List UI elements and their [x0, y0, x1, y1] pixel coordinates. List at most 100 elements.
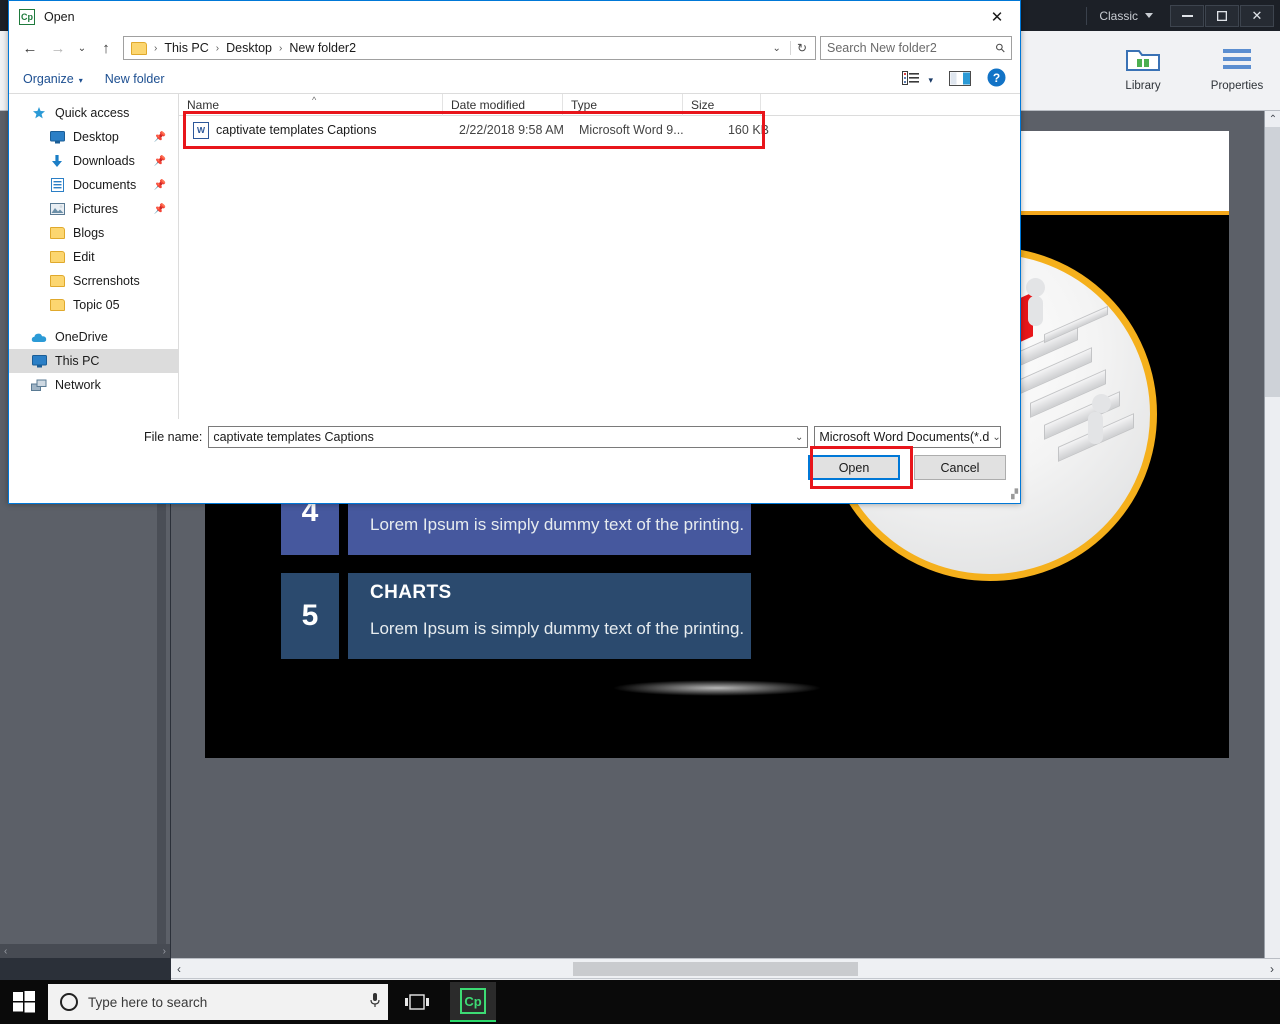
pin-icon[interactable]: 📌: [154, 156, 166, 167]
microphone-icon[interactable]: [370, 992, 380, 1013]
stage-vertical-scrollbar[interactable]: ⌃: [1264, 111, 1280, 958]
chevron-down-icon[interactable]: ⌄: [766, 43, 788, 54]
filmstrip-scroll-right-arrow[interactable]: ›: [163, 946, 166, 957]
sidebar-item-downloads[interactable]: Downloads 📌: [9, 149, 178, 173]
sidebar-item-label: Desktop: [73, 130, 119, 144]
chevron-down-icon[interactable]: ⌄: [795, 432, 803, 443]
window-controls: ✕: [1169, 4, 1274, 27]
star-icon: [31, 106, 47, 120]
hscroll-left-arrow[interactable]: ‹: [177, 962, 181, 976]
refresh-icon[interactable]: ↻: [789, 41, 813, 55]
close-icon: ✕: [1251, 7, 1263, 23]
list-item[interactable]: 5 CHARTS Lorem Ipsum is simply dummy tex…: [281, 573, 751, 659]
column-header-name[interactable]: Name: [179, 93, 443, 116]
sidebar-item-label: Quick access: [55, 106, 130, 120]
pc-icon: [31, 354, 47, 368]
filetype-select[interactable]: Microsoft Word Documents(*.d ⌄: [814, 426, 1002, 448]
resize-grip-icon[interactable]: ▞: [1011, 489, 1018, 500]
filename-label: File name:: [144, 430, 203, 444]
filename-input[interactable]: captivate templates Captions ⌄: [208, 426, 809, 448]
cortana-icon: [60, 993, 78, 1011]
preview-pane-icon: [949, 71, 971, 86]
figure-icon: [1092, 394, 1111, 413]
help-button[interactable]: ?: [987, 68, 1006, 90]
dialog-command-bar: Organize ▾ New folder ▾ ?: [9, 64, 1020, 94]
task-view-icon: [405, 994, 429, 1010]
pin-icon[interactable]: 📌: [154, 180, 166, 191]
minimize-button[interactable]: [1170, 4, 1204, 27]
search-input[interactable]: Search New folder2 ⚲: [820, 36, 1012, 60]
preview-pane-button[interactable]: [949, 71, 971, 86]
change-view-button[interactable]: ▾: [901, 71, 933, 86]
sidebar-item-pictures[interactable]: Pictures 📌: [9, 197, 178, 221]
file-list-panel[interactable]: Name Date modified Type Size ^ W captiva…: [179, 93, 1020, 419]
chevron-down-icon[interactable]: ⌄: [989, 432, 1000, 443]
forward-button[interactable]: →: [45, 35, 71, 61]
open-button[interactable]: Open: [808, 455, 900, 480]
maximize-button[interactable]: [1205, 4, 1239, 27]
back-button[interactable]: ←: [17, 35, 43, 61]
workspace-selector[interactable]: Classic: [1086, 6, 1159, 25]
breadcrumb-item-desktop[interactable]: Desktop: [223, 41, 275, 55]
file-name: captivate templates Captions: [216, 123, 377, 137]
dialog-sidebar[interactable]: Quick access Desktop 📌 Downloads 📌 Docum…: [9, 94, 179, 419]
sidebar-item-desktop[interactable]: Desktop 📌: [9, 125, 178, 149]
new-folder-button[interactable]: New folder: [105, 72, 165, 86]
task-view-button[interactable]: [388, 980, 446, 1024]
sidebar-item-topic-05[interactable]: Topic 05: [9, 293, 178, 317]
dialog-navigation-bar: ← → ⌄ ↑ › This PC › Desktop › New folder…: [9, 32, 1020, 64]
address-bar[interactable]: › This PC › Desktop › New folder2 ⌄ ↻: [123, 36, 816, 60]
sidebar-item-network[interactable]: Network: [9, 373, 178, 397]
file-list-column-headers: Name Date modified Type Size ^: [179, 93, 1020, 116]
stage-horizontal-scrollbar[interactable]: ‹ ›: [171, 958, 1280, 978]
properties-button[interactable]: Properties: [1204, 39, 1270, 92]
column-header-type[interactable]: Type: [563, 93, 683, 116]
search-icon[interactable]: ⚲: [993, 40, 1009, 56]
column-header-date-modified[interactable]: Date modified: [443, 93, 563, 116]
filmstrip-hscrollbar[interactable]: ‹ ›: [0, 944, 170, 958]
sidebar-item-edit[interactable]: Edit: [9, 245, 178, 269]
help-icon: ?: [987, 68, 1006, 86]
dialog-close-button[interactable]: ✕: [974, 1, 1020, 32]
breadcrumb-item-new-folder2[interactable]: New folder2: [286, 41, 359, 55]
sidebar-item-documents[interactable]: Documents 📌: [9, 173, 178, 197]
cancel-button[interactable]: Cancel: [914, 455, 1006, 480]
pin-icon[interactable]: 📌: [154, 204, 166, 215]
taskbar-captivate-button[interactable]: Cp: [450, 982, 496, 1022]
sidebar-item-blogs[interactable]: Blogs: [9, 221, 178, 245]
sidebar-item-label: Topic 05: [73, 298, 120, 312]
dialog-titlebar: Cp Open ✕: [9, 1, 1020, 32]
file-type: Microsoft Word 9...: [579, 123, 684, 137]
dialog-title: Open: [44, 9, 75, 24]
sidebar-item-onedrive[interactable]: OneDrive: [9, 325, 178, 349]
breadcrumb-item-this-pc[interactable]: This PC: [161, 41, 211, 55]
column-header-size[interactable]: Size: [683, 93, 761, 116]
windows-taskbar: Type here to search Cp: [0, 980, 1280, 1024]
close-button[interactable]: ✕: [1240, 4, 1274, 27]
row-title: CHARTS: [370, 582, 452, 603]
sidebar-item-this-pc[interactable]: This PC: [9, 349, 178, 373]
sidebar-item-label: Network: [55, 378, 101, 392]
properties-icon: [1204, 39, 1270, 79]
filmstrip-scroll-left-arrow[interactable]: ‹: [4, 946, 7, 957]
start-icon: [13, 991, 35, 1013]
sidebar-item-label: Pictures: [73, 202, 119, 216]
hscroll-right-arrow[interactable]: ›: [1270, 962, 1274, 976]
recent-locations-button[interactable]: ⌄: [73, 35, 91, 61]
pin-icon[interactable]: 📌: [154, 132, 166, 143]
up-button[interactable]: ↑: [93, 35, 119, 61]
stage-scroll-thumb[interactable]: [1265, 127, 1280, 397]
scroll-up-arrow[interactable]: ⌃: [1265, 111, 1280, 127]
table-row[interactable]: W captivate templates Captions 2/22/2018…: [179, 116, 1020, 144]
taskbar-search-box[interactable]: Type here to search: [48, 984, 388, 1020]
toolbar-right-group: Library Properties: [1110, 39, 1270, 92]
sidebar-item-quick-access[interactable]: Quick access: [9, 101, 178, 125]
chevron-down-icon: ▾: [928, 75, 933, 85]
hscroll-thumb[interactable]: [573, 962, 858, 976]
library-button[interactable]: Library: [1110, 39, 1176, 92]
dialog-buttons: Open Cancel: [808, 455, 1006, 480]
organize-button[interactable]: Organize ▾: [23, 72, 83, 86]
sidebar-item-scrrenshots[interactable]: Scrrenshots: [9, 269, 178, 293]
start-button[interactable]: [0, 980, 48, 1024]
open-file-dialog[interactable]: Cp Open ✕ ← → ⌄ ↑ › This PC › Desktop › …: [8, 0, 1021, 504]
